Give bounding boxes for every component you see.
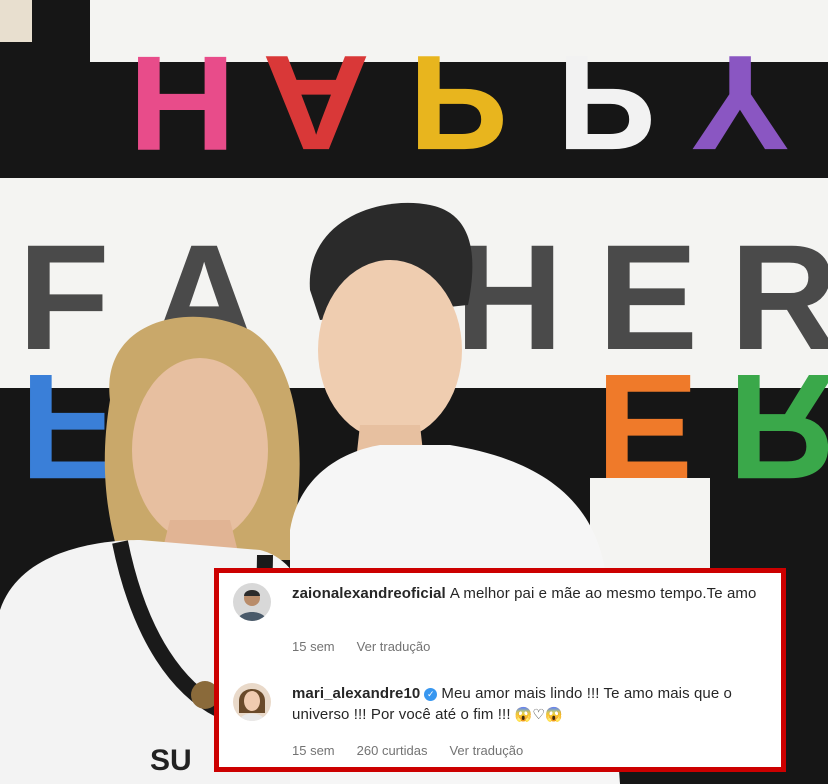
avatar[interactable]: [233, 583, 271, 621]
user-avatar-icon: [237, 590, 267, 621]
comment-time: 15 sem: [292, 743, 335, 758]
letter-h: H: [128, 27, 237, 179]
comment-item: mari_alexandre10 ✓ Meu amor mais lindo !!!…: [219, 673, 781, 773]
user-avatar-icon: [239, 689, 265, 721]
letter-green-r: R: [728, 343, 828, 511]
letter-a: A: [262, 27, 371, 179]
comment-meta: 15 sem Ver tradução: [292, 639, 452, 654]
comment-username[interactable]: zaionalexandreoficial: [292, 585, 446, 602]
comments-highlight-box: zaionalexandreoficial A melhor pai e mãe …: [214, 568, 786, 772]
banner-paper-corner: [0, 0, 32, 42]
letter-y: Y: [690, 27, 791, 179]
translate-link[interactable]: Ver tradução: [449, 743, 523, 758]
like-count[interactable]: 260 curtidas: [357, 743, 428, 758]
comment-text-block: mari_alexandre10 ✓ Meu amor mais lindo !!!…: [292, 683, 767, 725]
comment-item: zaionalexandreoficial A melhor pai e mãe …: [219, 573, 781, 663]
shirt-print: SU: [150, 744, 192, 777]
avatar[interactable]: [233, 683, 271, 721]
comment-text-block: zaionalexandreoficial A melhor pai e mãe …: [292, 583, 767, 604]
comment-body: A melhor pai e mãe ao mesmo tempo.Te amo: [449, 585, 757, 602]
verified-badge-icon: ✓: [424, 688, 438, 701]
letter-p1: P: [408, 27, 509, 179]
comment-username[interactable]: mari_alexandre10: [292, 685, 420, 702]
comment-emojis: 😱♡😱: [514, 706, 563, 722]
comment-time: 15 sem: [292, 639, 335, 654]
comment-meta: 15 sem 260 curtidas Ver tradução: [292, 743, 545, 758]
translate-link[interactable]: Ver tradução: [357, 639, 431, 654]
letter-p2: P: [556, 27, 657, 179]
